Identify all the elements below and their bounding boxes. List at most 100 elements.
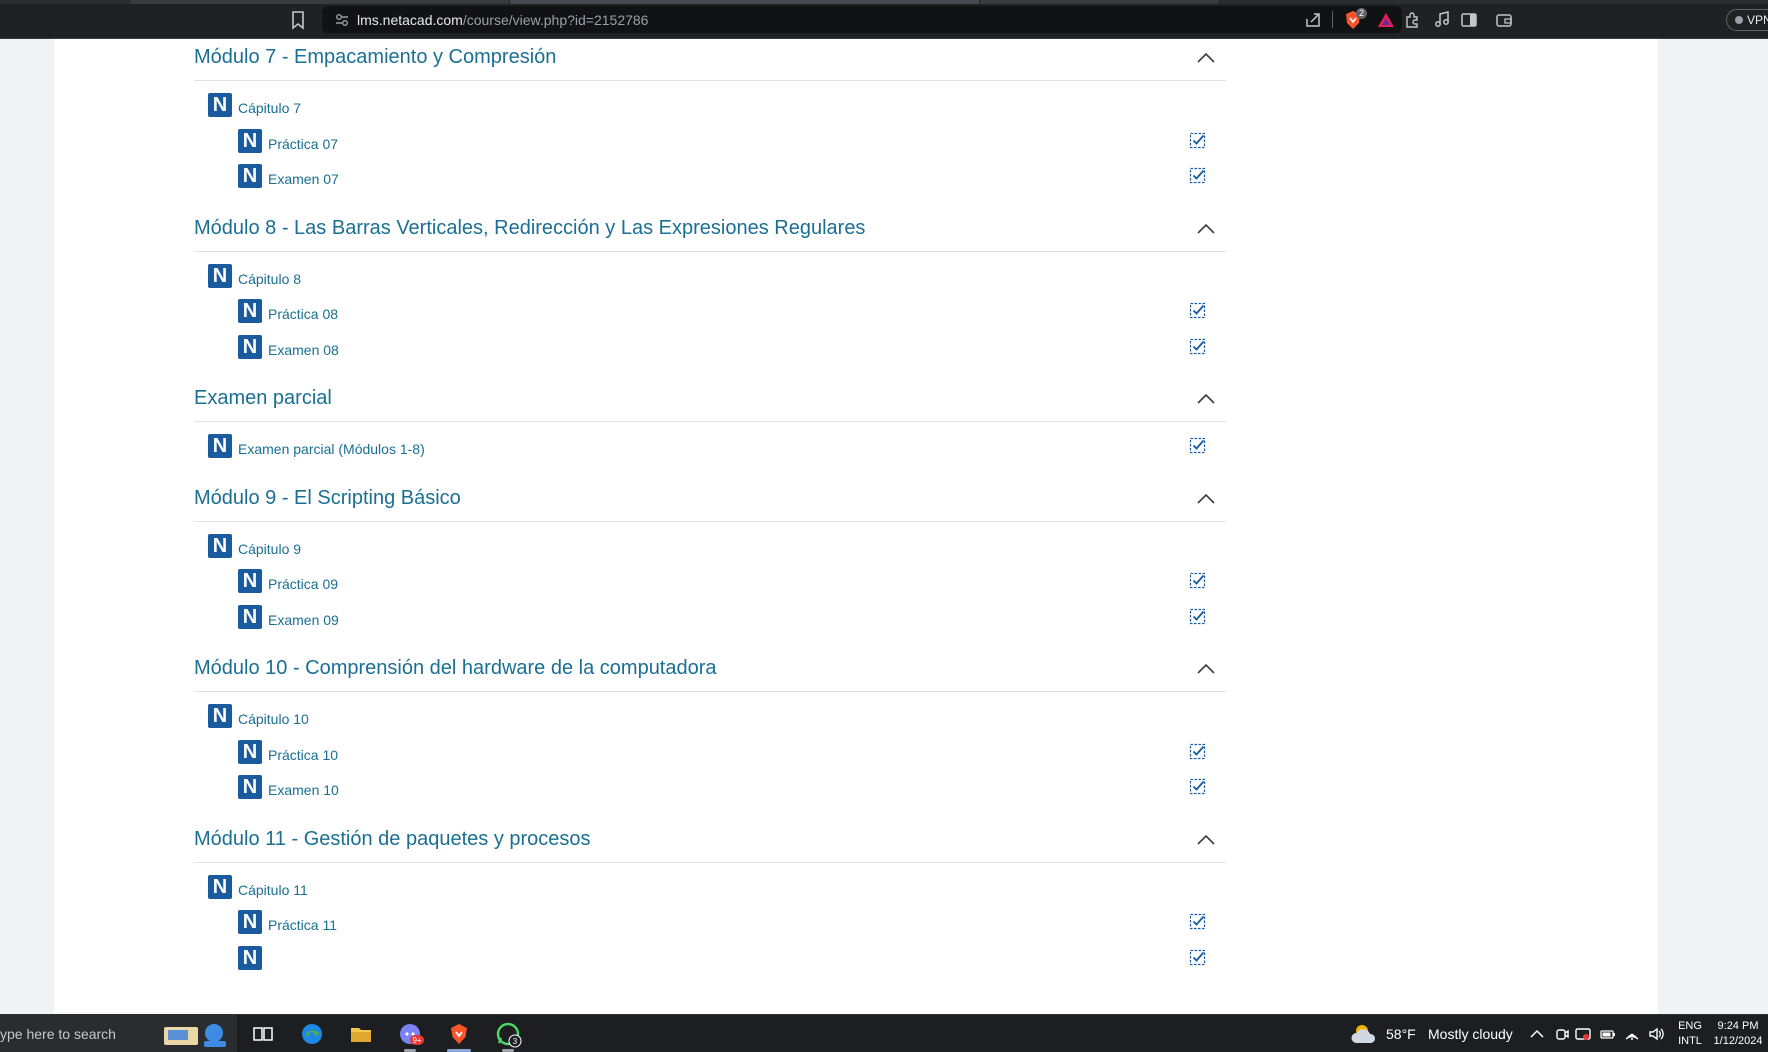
chevron-up-icon[interactable] [1193, 488, 1219, 512]
wifi-icon[interactable] [1623, 1025, 1641, 1043]
bookmark-icon[interactable] [290, 10, 306, 30]
completion-checkbox-icon[interactable] [1189, 337, 1207, 355]
weather-temp: 58°F [1386, 1026, 1416, 1042]
activity-link[interactable]: Examen 07 [268, 171, 339, 187]
completion-checkbox-icon[interactable] [1189, 571, 1207, 589]
activity-link[interactable]: Examen 09 [268, 612, 339, 628]
netacad-activity-icon[interactable]: N [238, 299, 262, 323]
netacad-activity-icon[interactable]: N [208, 533, 232, 558]
chevron-up-icon[interactable] [1193, 218, 1219, 242]
brave-icon [451, 1024, 467, 1044]
battery-icon[interactable] [1599, 1025, 1617, 1043]
vpn-button[interactable]: VPN [1726, 9, 1768, 31]
netacad-activity-icon[interactable]: N [208, 704, 232, 728]
activity-link[interactable]: Cápitulo 10 [238, 711, 309, 727]
activity-item: N [194, 945, 1226, 982]
browser-tab-active[interactable] [510, 0, 980, 4]
browser-toolbar: lms.netacad.com/course/view.php?id=21527… [0, 0, 1768, 39]
file-explorer-app[interactable] [337, 1015, 385, 1052]
activity-link[interactable]: Práctica 08 [268, 306, 338, 322]
netacad-activity-icon[interactable]: N [208, 434, 232, 458]
section-title[interactable]: Examen parcial [194, 387, 332, 410]
netacad-activity-icon[interactable]: N [238, 910, 262, 934]
netacad-activity-icon[interactable]: N [238, 569, 262, 593]
activity-link[interactable]: Práctica 07 [268, 136, 338, 152]
browser-tab[interactable] [130, 0, 510, 4]
activity-item: N Examen 09 [194, 604, 1226, 641]
netacad-activity-icon[interactable]: N [238, 945, 262, 970]
completion-checkbox-icon[interactable] [1189, 948, 1207, 966]
completion-checkbox-icon[interactable] [1189, 777, 1207, 795]
completion-checkbox-icon[interactable] [1189, 301, 1207, 319]
windows-taskbar: ype here to search 9+ 3 58°F Mostly clou… [0, 1014, 1768, 1052]
activity-item: N Práctica 07 [194, 128, 1226, 165]
completion-checkbox-icon[interactable] [1189, 607, 1207, 625]
activity-list: N Examen parcial (Módulos 1-8) [194, 422, 1226, 480]
section-title[interactable]: Módulo 11 - Gestión de paquetes y proces… [194, 828, 591, 851]
completion-checkbox-icon[interactable] [1189, 912, 1207, 930]
url-text[interactable]: lms.netacad.com/course/view.php?id=21527… [357, 12, 648, 28]
activity-link[interactable]: Práctica 09 [268, 576, 338, 592]
site-info-icon[interactable] [334, 12, 350, 28]
activity-link[interactable]: Cápitulo 11 [238, 882, 308, 898]
section-title[interactable]: Módulo 7 - Empacamiento y Compresión [194, 46, 556, 69]
activity-link[interactable]: Examen parcial (Módulos 1-8) [238, 441, 425, 457]
taskbar-search[interactable]: ype here to search [0, 1015, 237, 1052]
media-icon[interactable] [1432, 10, 1452, 30]
netacad-activity-icon[interactable]: N [238, 739, 262, 764]
chevron-up-icon[interactable] [1193, 658, 1219, 682]
wallet-icon[interactable] [1494, 10, 1514, 30]
security-icon[interactable] [1574, 1025, 1592, 1043]
netacad-activity-icon[interactable]: N [238, 128, 262, 153]
section-title[interactable]: Módulo 10 - Comprensión del hardware de … [194, 657, 717, 680]
extensions-icon[interactable] [1402, 10, 1422, 30]
brave-app[interactable] [435, 1015, 483, 1052]
system-clock[interactable]: 9:24 PM 1/12/2024 [1708, 1019, 1768, 1049]
chevron-up-icon[interactable] [1193, 829, 1219, 853]
activity-link[interactable]: Práctica 10 [268, 747, 338, 763]
section-title[interactable]: Módulo 8 - Las Barras Verticales, Redire… [194, 217, 865, 240]
netacad-activity-icon[interactable]: N [238, 775, 262, 799]
section-header: Examen parcial [194, 380, 1226, 422]
netacad-activity-icon[interactable]: N [238, 334, 262, 359]
task-view-button[interactable] [239, 1015, 287, 1052]
netacad-activity-icon[interactable]: N [208, 874, 232, 899]
browser-tab[interactable] [980, 0, 1220, 4]
meet-icon[interactable] [1553, 1025, 1571, 1043]
section-header: Módulo 9 - El Scripting Básico [194, 480, 1226, 522]
activity-item: N Examen 10 [194, 775, 1226, 811]
chevron-up-icon[interactable] [1193, 47, 1219, 71]
activity-link[interactable]: Práctica 11 [268, 917, 337, 933]
input-language[interactable]: ENG INTL [1675, 1019, 1705, 1049]
chevron-up-icon[interactable] [1193, 388, 1219, 412]
completion-checkbox-icon[interactable] [1189, 436, 1207, 454]
completion-checkbox-icon[interactable] [1189, 131, 1207, 149]
address-bar[interactable]: lms.netacad.com/course/view.php?id=21527… [322, 6, 1402, 33]
completion-checkbox-icon[interactable] [1189, 742, 1207, 760]
netacad-activity-icon[interactable]: N [208, 263, 232, 288]
activity-link[interactable]: Examen 10 [268, 782, 339, 798]
sidebar-icon[interactable] [1459, 10, 1479, 30]
activity-link[interactable]: Cápitulo 9 [238, 541, 301, 557]
activity-link[interactable]: Cápitulo 7 [238, 100, 301, 116]
activity-link[interactable]: Examen 08 [268, 342, 339, 358]
share-icon[interactable] [1304, 11, 1322, 29]
discord-badge: 9+ [412, 1036, 421, 1045]
volume-icon[interactable] [1647, 1025, 1665, 1043]
search-highlight-icon [164, 1024, 226, 1047]
section-title[interactable]: Módulo 9 - El Scripting Básico [194, 487, 461, 510]
completion-checkbox-icon[interactable] [1189, 166, 1207, 184]
edge-app[interactable] [288, 1015, 336, 1052]
course-sections: Módulo 7 - Empacamiento y Compresión N Cáp… [194, 39, 1226, 991]
activity-link[interactable]: Cápitulo 8 [238, 271, 301, 287]
activity-list: N Cápitulo 8 N Práctica 08 N Examen 08 [194, 252, 1226, 381]
netacad-activity-icon[interactable]: N [238, 604, 262, 629]
brave-rewards-icon[interactable] [1376, 10, 1396, 30]
vpn-label: VPN [1747, 13, 1768, 27]
whatsapp-app[interactable]: 3 [484, 1015, 532, 1052]
activity-item: N Cápitulo 11 [194, 874, 1226, 911]
discord-app[interactable]: 9+ [386, 1015, 434, 1052]
chevron-up-icon[interactable] [1528, 1025, 1546, 1043]
netacad-activity-icon[interactable]: N [238, 164, 262, 188]
netacad-activity-icon[interactable]: N [208, 93, 232, 117]
